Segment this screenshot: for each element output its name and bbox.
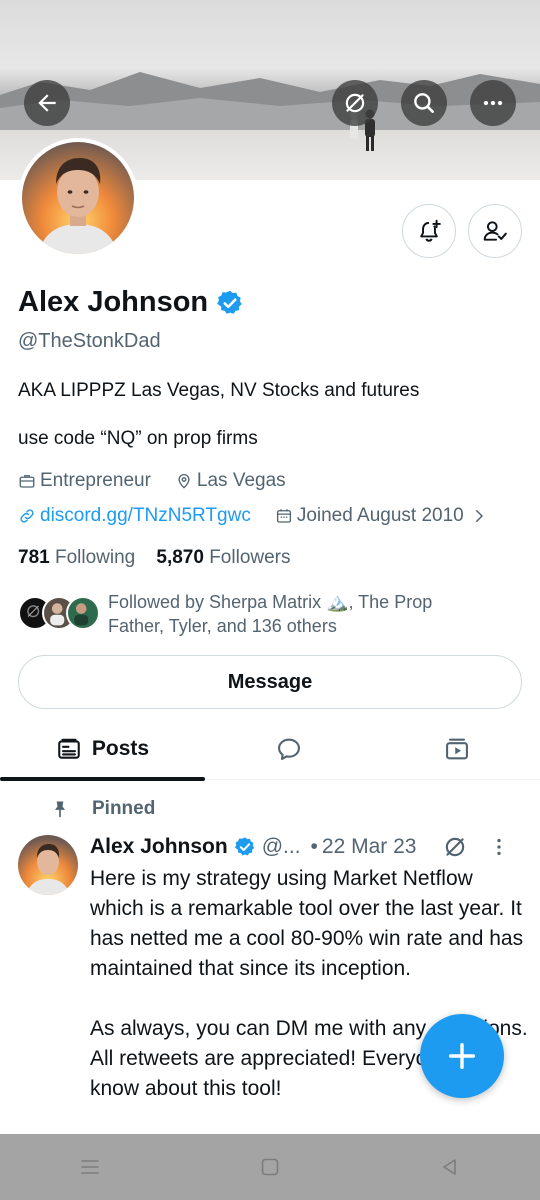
home-button[interactable]: [240, 1147, 300, 1187]
followed-by-avatars: [18, 596, 104, 632]
profile-handle: @TheStonkDad: [18, 330, 161, 352]
followed-by-text: Followed by Sherpa Matrix 🏔️, The Prop F…: [108, 590, 508, 638]
verified-badge-icon[interactable]: [216, 289, 244, 317]
followed-by-line-1: Followed by Sherpa Matrix 🏔️, The Prop: [108, 592, 433, 612]
mutual-avatar-3: [66, 596, 100, 630]
active-tab-indicator: [0, 777, 205, 781]
recent-apps-button[interactable]: [60, 1147, 120, 1187]
briefcase-icon: [19, 475, 35, 488]
profile-name: Alex Johnson: [18, 286, 244, 319]
followed-by-line-2: Father, Tyler, and 136 others: [108, 616, 337, 636]
mutual-avatar-3-image: [74, 603, 89, 626]
system-navigation-bar: [0, 1134, 540, 1200]
profile-name-text: Alex Johnson: [18, 286, 209, 318]
followed-by-section[interactable]: Followed by Sherpa Matrix 🏔️, The Prop F…: [18, 590, 528, 640]
website-link[interactable]: discord.gg/TNzN5RTgwc: [40, 505, 251, 527]
post-author-handle: @...: [261, 835, 301, 858]
pinned-indicator: Pinned: [50, 798, 155, 820]
joined-text: Joined August 2010: [296, 505, 464, 526]
location-item: Las Vegas: [175, 470, 286, 492]
more-vertical-icon[interactable]: [488, 836, 510, 858]
profile-bio-line-1: AKA LIPPPZ Las Vegas, NV Stocks and futu…: [18, 380, 420, 401]
home-square-icon: [261, 1158, 279, 1176]
system-back-button[interactable]: [420, 1147, 480, 1187]
location-text: Las Vegas: [196, 470, 286, 491]
following-status-button[interactable]: [468, 204, 522, 258]
tab-posts-label: Posts: [91, 737, 150, 760]
posts-icon: [58, 738, 80, 759]
message-button[interactable]: Message: [18, 655, 522, 709]
tab-media[interactable]: [373, 718, 540, 780]
location-pin-icon: [178, 474, 190, 489]
post-author-name[interactable]: Alex Johnson: [90, 835, 228, 859]
pin-icon: [55, 801, 65, 818]
verified-badge-icon: [234, 837, 254, 856]
tab-replies[interactable]: [205, 718, 373, 780]
search-icon: [414, 93, 434, 113]
media-icon: [445, 738, 468, 760]
following-link[interactable]: 781 Following: [18, 547, 135, 568]
person-check-icon: [483, 221, 507, 241]
post-header: Alex Johnson @... • 22 Mar 23: [90, 834, 530, 860]
speech-bubble-icon: [278, 738, 300, 760]
followers-count: 5,870: [156, 547, 204, 568]
profile-meta-row-1: Entrepreneur Las Vegas: [18, 470, 310, 492]
bell-plus-icon: [420, 219, 441, 242]
avatar-photo: [22, 142, 134, 254]
calendar-icon: [276, 509, 291, 523]
banner-mountains-graphic: [0, 72, 540, 130]
following-label: Following: [54, 547, 136, 568]
followers-label: Followers: [209, 547, 291, 568]
joined-item[interactable]: Joined August 2010: [275, 505, 488, 527]
notifications-button[interactable]: [402, 204, 456, 258]
menu-lines-icon: [81, 1160, 99, 1174]
occupation-item: Entrepreneur: [18, 470, 151, 492]
more-options-button[interactable]: [470, 80, 516, 126]
plus-icon: [448, 1042, 476, 1070]
occupation-text: Entrepreneur: [40, 470, 151, 491]
post-date[interactable]: 22 Mar 23: [322, 835, 417, 859]
chevron-right-icon: [475, 510, 483, 522]
more-horizontal-icon: [483, 100, 503, 106]
profile-meta-row-2: discord.gg/TNzN5RTgwc Joined August 2010: [18, 505, 488, 527]
pinned-label: Pinned: [92, 798, 156, 819]
followers-link[interactable]: 5,870 Followers: [156, 547, 290, 568]
follow-counts: 781 Following 5,870 Followers: [18, 547, 291, 569]
post-author-avatar[interactable]: [18, 835, 78, 895]
website-item[interactable]: discord.gg/TNzN5RTgwc: [18, 505, 251, 527]
profile-avatar[interactable]: [18, 138, 138, 258]
compose-post-button[interactable]: [420, 1014, 504, 1098]
triangle-back-icon: [443, 1159, 456, 1175]
search-button[interactable]: [401, 80, 447, 126]
following-count: 781: [18, 547, 50, 568]
tab-posts[interactable]: Posts: [0, 718, 205, 781]
arrow-left-icon: [38, 94, 56, 112]
post-separator-dot: •: [310, 835, 318, 858]
profile-bio-line-2: use code “NQ” on prop firms: [18, 428, 258, 449]
grok-icon[interactable]: [442, 834, 468, 860]
profile-tabs: Posts: [0, 718, 540, 781]
back-button[interactable]: [24, 80, 70, 126]
grok-icon: [345, 93, 365, 113]
grok-button[interactable]: [332, 80, 378, 126]
link-icon: [20, 509, 34, 523]
post-avatar-photo: [18, 835, 78, 895]
